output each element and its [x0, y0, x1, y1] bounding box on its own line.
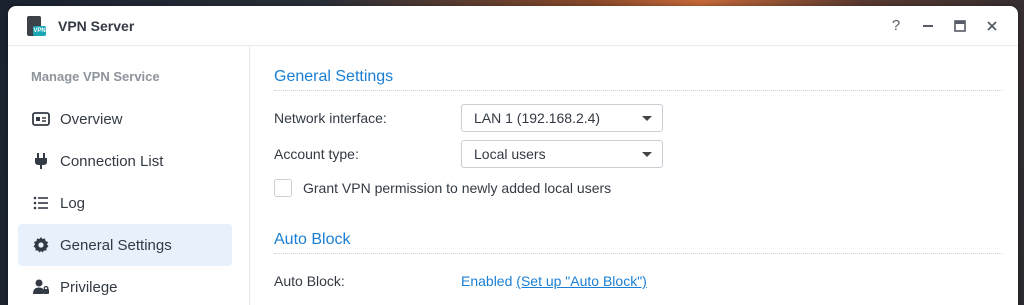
sidebar-item-label: Overview [60, 110, 123, 128]
gear-icon [32, 236, 50, 254]
chevron-down-icon [642, 116, 652, 121]
network-interface-select[interactable]: LAN 1 (192.168.2.4) [461, 104, 663, 132]
general-settings-title: General Settings [274, 68, 394, 85]
sidebar-item-label: Log [60, 194, 86, 212]
close-button[interactable] [976, 10, 1008, 42]
sidebar-item-connection-list[interactable]: Connection List [18, 140, 232, 182]
grant-permission-row: Grant VPN permission to newly added loca… [274, 175, 1002, 201]
vpn-server-window: VPN VPN Server ? Manage VPN Service Over… [8, 6, 1018, 305]
account-type-label: Account type: [274, 146, 359, 162]
auto-block-status: Enabled [461, 273, 513, 289]
network-interface-label: Network interface: [274, 110, 387, 126]
auto-block-row: Auto Block: Enabled (Set up "Auto Block"… [274, 266, 1002, 296]
section-divider [274, 253, 1002, 254]
sidebar-item-log[interactable]: Log [18, 182, 232, 224]
sidebar: Manage VPN Service Overview Connection L… [8, 46, 250, 305]
setup-auto-block-link[interactable]: (Set up "Auto Block") [516, 273, 647, 289]
user-lock-icon [32, 278, 50, 296]
maximize-button[interactable] [944, 10, 976, 42]
overview-icon [32, 110, 50, 128]
sidebar-item-overview[interactable]: Overview [18, 98, 232, 140]
chevron-down-icon [642, 152, 652, 157]
account-type-select[interactable]: Local users [461, 140, 663, 168]
minimize-icon [923, 24, 933, 27]
title-bar[interactable]: VPN VPN Server ? [8, 6, 1018, 46]
account-type-row: Account type: Local users [274, 139, 1002, 169]
maximize-icon [954, 19, 966, 32]
sidebar-item-general-settings[interactable]: General Settings [18, 224, 232, 266]
window-title: VPN Server [58, 17, 135, 34]
network-interface-value: LAN 1 (192.168.2.4) [474, 110, 601, 126]
minimize-button[interactable] [912, 10, 944, 42]
sidebar-item-privilege[interactable]: Privilege [18, 266, 232, 305]
grant-permission-label[interactable]: Grant VPN permission to newly added loca… [303, 180, 611, 196]
sidebar-heading: Manage VPN Service [31, 69, 160, 84]
sidebar-item-label: Privilege [60, 278, 118, 296]
list-icon [32, 194, 50, 212]
vpn-server-app-icon: VPN [24, 14, 46, 38]
auto-block-title: Auto Block [274, 231, 351, 248]
grant-permission-checkbox[interactable] [274, 179, 292, 197]
sidebar-item-label: General Settings [60, 236, 172, 254]
auto-block-label: Auto Block: [274, 273, 345, 289]
section-divider [274, 90, 1002, 91]
help-button[interactable]: ? [880, 10, 912, 42]
plug-icon [32, 152, 50, 170]
sidebar-item-label: Connection List [60, 152, 164, 170]
settings-panel: General Settings Network interface: LAN … [250, 46, 1018, 305]
network-interface-row: Network interface: LAN 1 (192.168.2.4) [274, 103, 1002, 133]
close-icon [987, 20, 997, 31]
account-type-value: Local users [474, 146, 546, 162]
